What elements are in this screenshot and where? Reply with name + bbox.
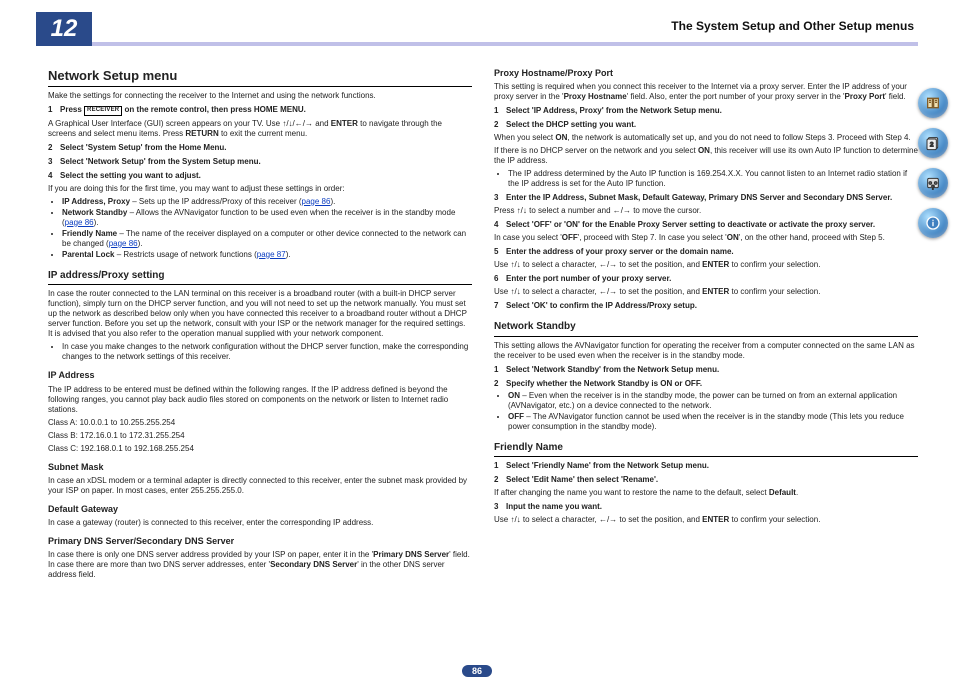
proxy-step-4: 4Select 'OFF' or 'ON' for the Enable Pro…: [494, 220, 918, 230]
standby-desc: This setting allows the AVNavigator func…: [494, 341, 918, 361]
step-1-desc: A Graphical User Interface (GUI) screen …: [48, 119, 472, 139]
list-item: In case you make changes to the network …: [62, 342, 472, 362]
right-column: Proxy Hostname/Proxy Port This setting i…: [494, 68, 918, 583]
list-item: ON – Even when the receiver is in the st…: [508, 391, 918, 411]
glossary-icon[interactable]: [918, 88, 948, 118]
ip-note-list: In case you make changes to the network …: [62, 342, 472, 362]
friendly-step-2: 2Select 'Edit Name' then select 'Rename'…: [494, 475, 918, 485]
list-item: OFF – The AVNavigator function cannot be…: [508, 412, 918, 432]
proxy-step-7: 7Select 'OK' to confirm the IP Address/P…: [494, 301, 918, 311]
heading-gateway: Default Gateway: [48, 504, 472, 515]
settings-list: IP Address, Proxy – Sets up the IP addre…: [62, 197, 472, 260]
page-link[interactable]: page 87: [257, 250, 286, 259]
list-item: Friendly Name – The name of the receiver…: [62, 229, 472, 249]
class-a: Class A: 10.0.0.1 to 10.255.255.254: [48, 418, 472, 428]
proxy-step-5-desc: Use ↑/↓ to select a character, ←/→ to se…: [494, 260, 918, 270]
dns-desc: In case there is only one DNS server add…: [48, 550, 472, 580]
receiver-button-icon: RECEIVER: [84, 106, 122, 116]
standby-step-1: 1Select 'Network Standby' from the Netwo…: [494, 365, 918, 375]
proxy-step-2-desc2: If there is no DHCP server on the networ…: [494, 146, 918, 166]
list-item: Parental Lock – Restricts usage of netwo…: [62, 250, 472, 260]
subsection-ip-proxy: IP address/Proxy setting: [48, 270, 472, 286]
intro-text: Make the settings for connecting the rec…: [48, 91, 472, 101]
proxy-step-3: 3Enter the IP Address, Subnet Mask, Defa…: [494, 193, 918, 203]
page-link[interactable]: page 86: [302, 197, 331, 206]
heading-ip-address: IP Address: [48, 370, 472, 381]
friendly-step-3-desc: Use ↑/↓ to select a character, ←/→ to se…: [494, 515, 918, 525]
friendly-step-2-desc: If after changing the name you want to r…: [494, 488, 918, 498]
proxy-step-4-desc: In case you select 'OFF', proceed with S…: [494, 233, 918, 243]
ip-proxy-desc: In case the router connected to the LAN …: [48, 289, 472, 339]
proxy-step-6: 6Enter the port number of your proxy ser…: [494, 274, 918, 284]
chapter-number: 12: [36, 12, 92, 46]
class-c: Class C: 192.168.0.1 to 192.168.255.254: [48, 444, 472, 454]
friendly-step-1: 1Select 'Friendly Name' from the Network…: [494, 461, 918, 471]
standby-options: ON – Even when the receiver is in the st…: [508, 391, 918, 432]
class-b: Class B: 172.16.0.1 to 172.31.255.254: [48, 431, 472, 441]
heading-dns: Primary DNS Server/Secondary DNS Server: [48, 536, 472, 547]
friendly-step-3: 3Input the name you want.: [494, 502, 918, 512]
info-icon[interactable]: [918, 208, 948, 238]
proxy-step-2-desc: When you select ON, the network is autom…: [494, 133, 918, 143]
faq-icon[interactable]: 2: [918, 128, 948, 158]
side-toolbar: 2 ?: [918, 88, 948, 238]
proxy-step-3-desc: Press ↑/↓ to select a number and ←/→ to …: [494, 206, 918, 216]
help-icon[interactable]: ?: [918, 168, 948, 198]
svg-text:?: ?: [931, 186, 935, 191]
step-4-desc: If you are doing this for the first time…: [48, 184, 472, 194]
list-item: Network Standby – Allows the AVNavigator…: [62, 208, 472, 228]
step-2: 2Select 'System Setup' from the Home Men…: [48, 143, 472, 153]
step-4: 4Select the setting you want to adjust.: [48, 171, 472, 181]
standby-step-2: 2Specify whether the Network Standby is …: [494, 379, 918, 389]
step-3: 3Select 'Network Setup' from the System …: [48, 157, 472, 167]
gateway-desc: In case a gateway (router) is connected …: [48, 518, 472, 528]
proxy-step-5: 5Enter the address of your proxy server …: [494, 247, 918, 257]
page-header: 12 The System Setup and Other Setup menu…: [36, 12, 918, 46]
page-number: 86: [462, 665, 492, 677]
proxy-step-1: 1Select 'IP Address, Proxy' from the Net…: [494, 106, 918, 116]
section-network-setup: Network Setup menu: [48, 68, 472, 87]
content-columns: Network Setup menu Make the settings for…: [0, 54, 954, 583]
proxy-step-2: 2Select the DHCP setting you want.: [494, 120, 918, 130]
page-link[interactable]: page 86: [65, 218, 94, 227]
subsection-network-standby: Network Standby: [494, 321, 918, 337]
ip-address-desc: The IP address to be entered must be def…: [48, 385, 472, 415]
list-item: The IP address determined by the Auto IP…: [508, 169, 918, 189]
heading-proxy-host: Proxy Hostname/Proxy Port: [494, 68, 918, 79]
proxy-step-6-desc: Use ↑/↓ to select a character, ←/→ to se…: [494, 287, 918, 297]
header-title: The System Setup and Other Setup menus: [671, 19, 914, 33]
svg-text:2: 2: [930, 141, 934, 148]
left-column: Network Setup menu Make the settings for…: [48, 68, 472, 583]
autoip-note: The IP address determined by the Auto IP…: [508, 169, 918, 189]
subsection-friendly-name: Friendly Name: [494, 442, 918, 458]
page-link[interactable]: page 86: [109, 239, 138, 248]
heading-subnet: Subnet Mask: [48, 462, 472, 473]
proxy-desc: This setting is required when you connec…: [494, 82, 918, 102]
list-item: IP Address, Proxy – Sets up the IP addre…: [62, 197, 472, 207]
step-1: 1Press RECEIVER on the remote control, t…: [48, 105, 472, 116]
header-bar: The System Setup and Other Setup menus: [92, 12, 918, 46]
subnet-desc: In case an xDSL modem or a terminal adap…: [48, 476, 472, 496]
